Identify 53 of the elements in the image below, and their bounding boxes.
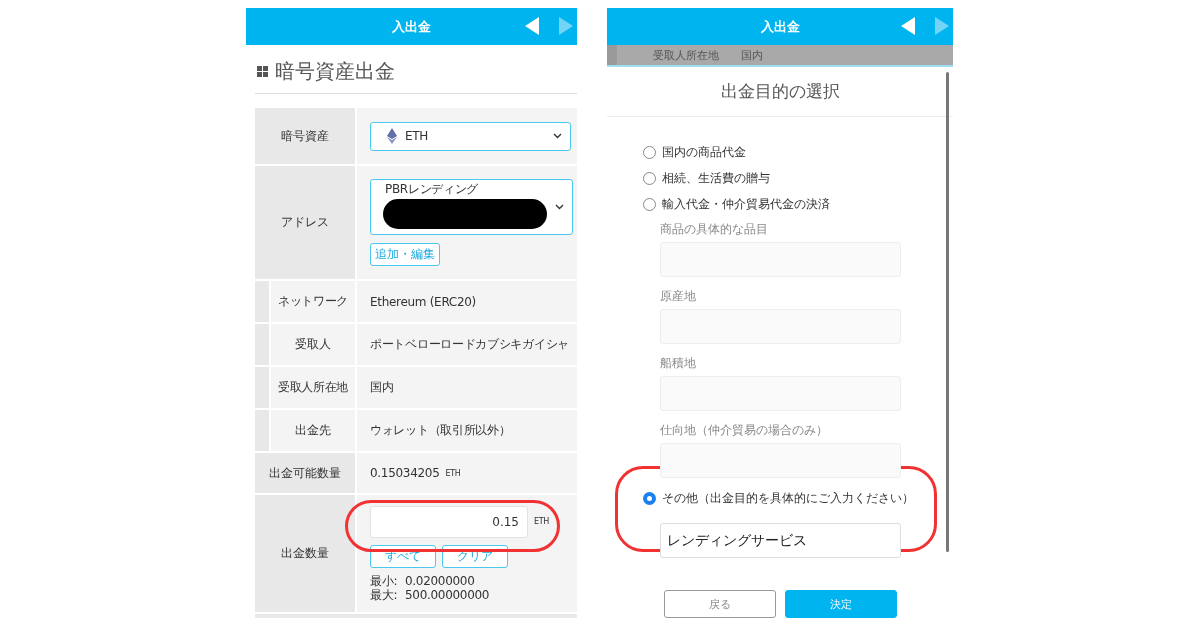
limit-label: 最小: [370,573,399,588]
scrollbar[interactable] [946,72,949,552]
radio-button[interactable] [643,491,656,505]
unit-label: ETH [445,468,461,478]
radio-button[interactable] [643,171,656,185]
add-edit-button[interactable]: 追加・編集 [370,243,440,266]
amount-button[interactable]: すべて [370,544,436,568]
field-label: 出金数量 [255,495,357,612]
chevron-down-icon [555,204,564,210]
field-label: 原産地 [660,288,697,305]
triangle-right-icon [935,17,949,35]
field-label: 暗号資産 [255,108,357,164]
radio-button[interactable] [643,197,656,211]
field-label: アドレス [255,166,357,279]
triangle-right-icon [559,17,573,35]
diamond-icon [387,128,397,144]
page-title: 暗号資産出金 [275,57,395,85]
unit-label: ETH [534,517,550,526]
grid-icon [257,65,268,77]
text-field[interactable] [660,443,901,478]
radio-button[interactable] [643,145,656,159]
limit-value: 500.00000000 [405,587,490,602]
triangle-left-icon [525,17,539,35]
option-label: その他（出金目的を具体的にご入力ください） [662,490,914,506]
dimmed-value: 国内 [741,47,763,63]
field-label: 出金可能数量 [255,453,357,493]
field-value: Ethereum (ERC20) [370,294,477,309]
back-arrow-button[interactable] [901,17,915,35]
field-label: 仕向地（仲介貿易の場合のみ） [660,422,829,439]
back-arrow-button[interactable] [525,17,539,35]
dimmed-label: 受取人所在地 [653,47,719,63]
field-value: 国内 [370,379,395,396]
field-value: ウォレット（取引所以外） [370,422,512,439]
amount-input[interactable]: 0.15 [370,505,528,538]
option-label: 輸入代金・仲介貿易代金の決済 [662,196,830,212]
field-label: 船積地 [660,355,697,372]
field-label: 商品の具体的な品目 [660,221,769,238]
triangle-left-icon [901,17,915,35]
header-title: 入出金 [392,17,431,36]
field-value: ポートベローロードカブシキガイシャ [370,336,570,353]
currency-select[interactable]: ETH [370,121,571,151]
amount-button[interactable]: クリア [442,544,508,568]
option-label: 相続、生活費の贈与 [662,170,770,186]
confirm-button[interactable]: 決定 [785,590,897,618]
chevron-down-icon [553,133,562,139]
option-label: 国内の商品代金 [662,144,746,160]
limit-label: 最大: [370,587,399,602]
text-field[interactable]: レンディングサービス [660,523,901,558]
address-select[interactable]: PBRレンディング [370,179,573,235]
header-title: 入出金 [760,17,800,36]
back-button[interactable]: 戻る [664,590,776,618]
limit-value: 0.02000000 [405,573,475,588]
field-value: 0.15034205 [370,466,440,480]
